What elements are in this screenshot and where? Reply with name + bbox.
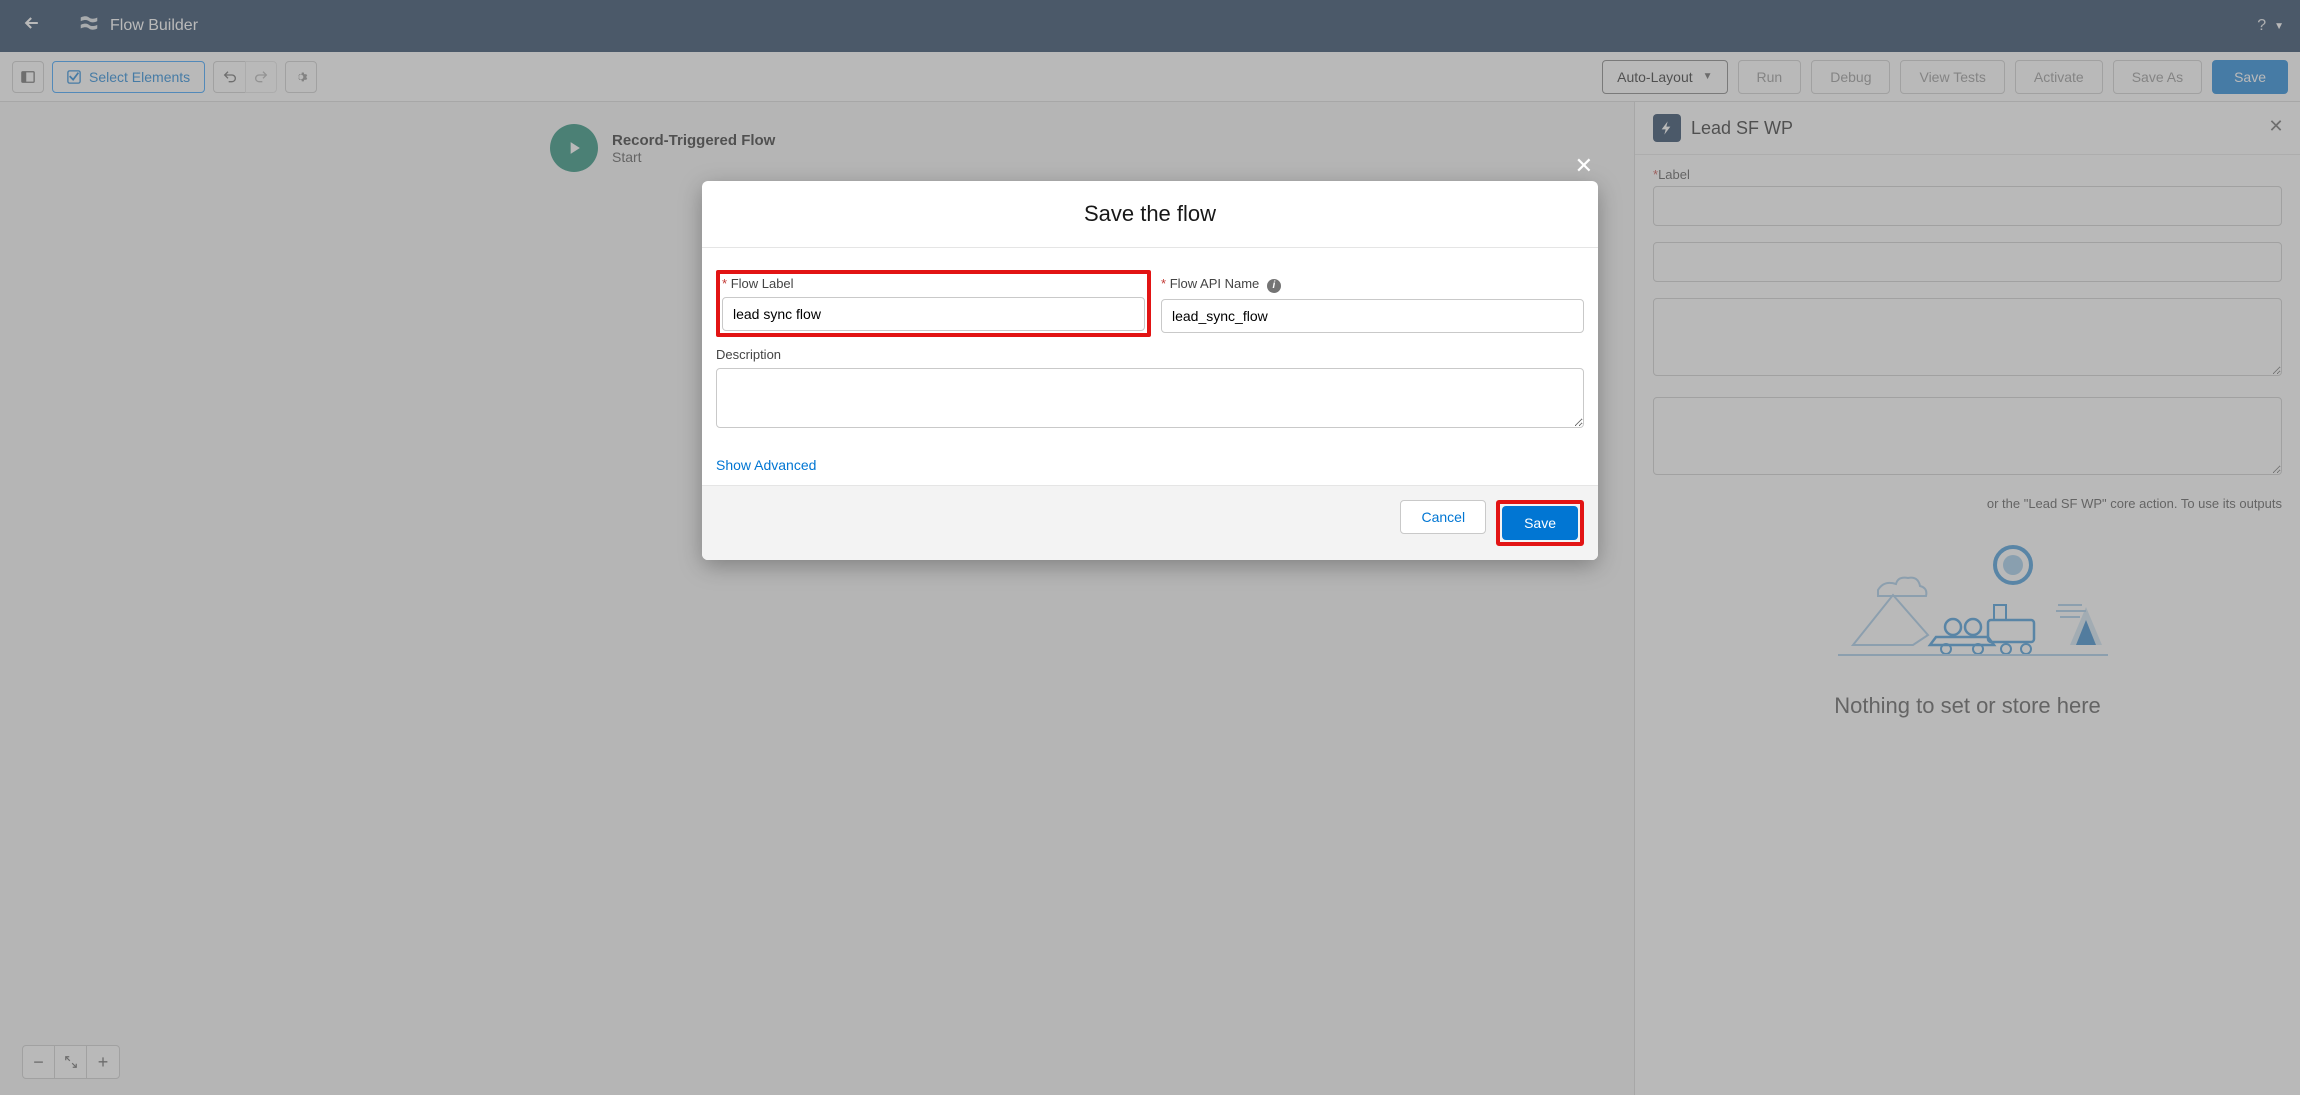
description-input[interactable] bbox=[716, 368, 1584, 428]
show-advanced-link[interactable]: Show Advanced bbox=[716, 457, 816, 473]
info-icon[interactable]: i bbox=[1267, 279, 1281, 293]
modal-overlay: ✕ Save the flow * Flow Label * Flow API … bbox=[0, 0, 2300, 1095]
save-button[interactable]: Save bbox=[1502, 506, 1578, 540]
flow-label-input[interactable] bbox=[722, 297, 1145, 331]
close-icon[interactable]: ✕ bbox=[1575, 153, 1593, 179]
cancel-button[interactable]: Cancel bbox=[1400, 500, 1486, 534]
api-name-label: Flow API Name bbox=[1170, 276, 1260, 291]
modal-title: Save the flow bbox=[702, 201, 1598, 227]
save-flow-modal: Save the flow * Flow Label * Flow API Na… bbox=[702, 181, 1598, 560]
api-name-input[interactable] bbox=[1161, 299, 1584, 333]
description-label: Description bbox=[716, 347, 1584, 362]
flow-label-label: Flow Label bbox=[731, 276, 794, 291]
